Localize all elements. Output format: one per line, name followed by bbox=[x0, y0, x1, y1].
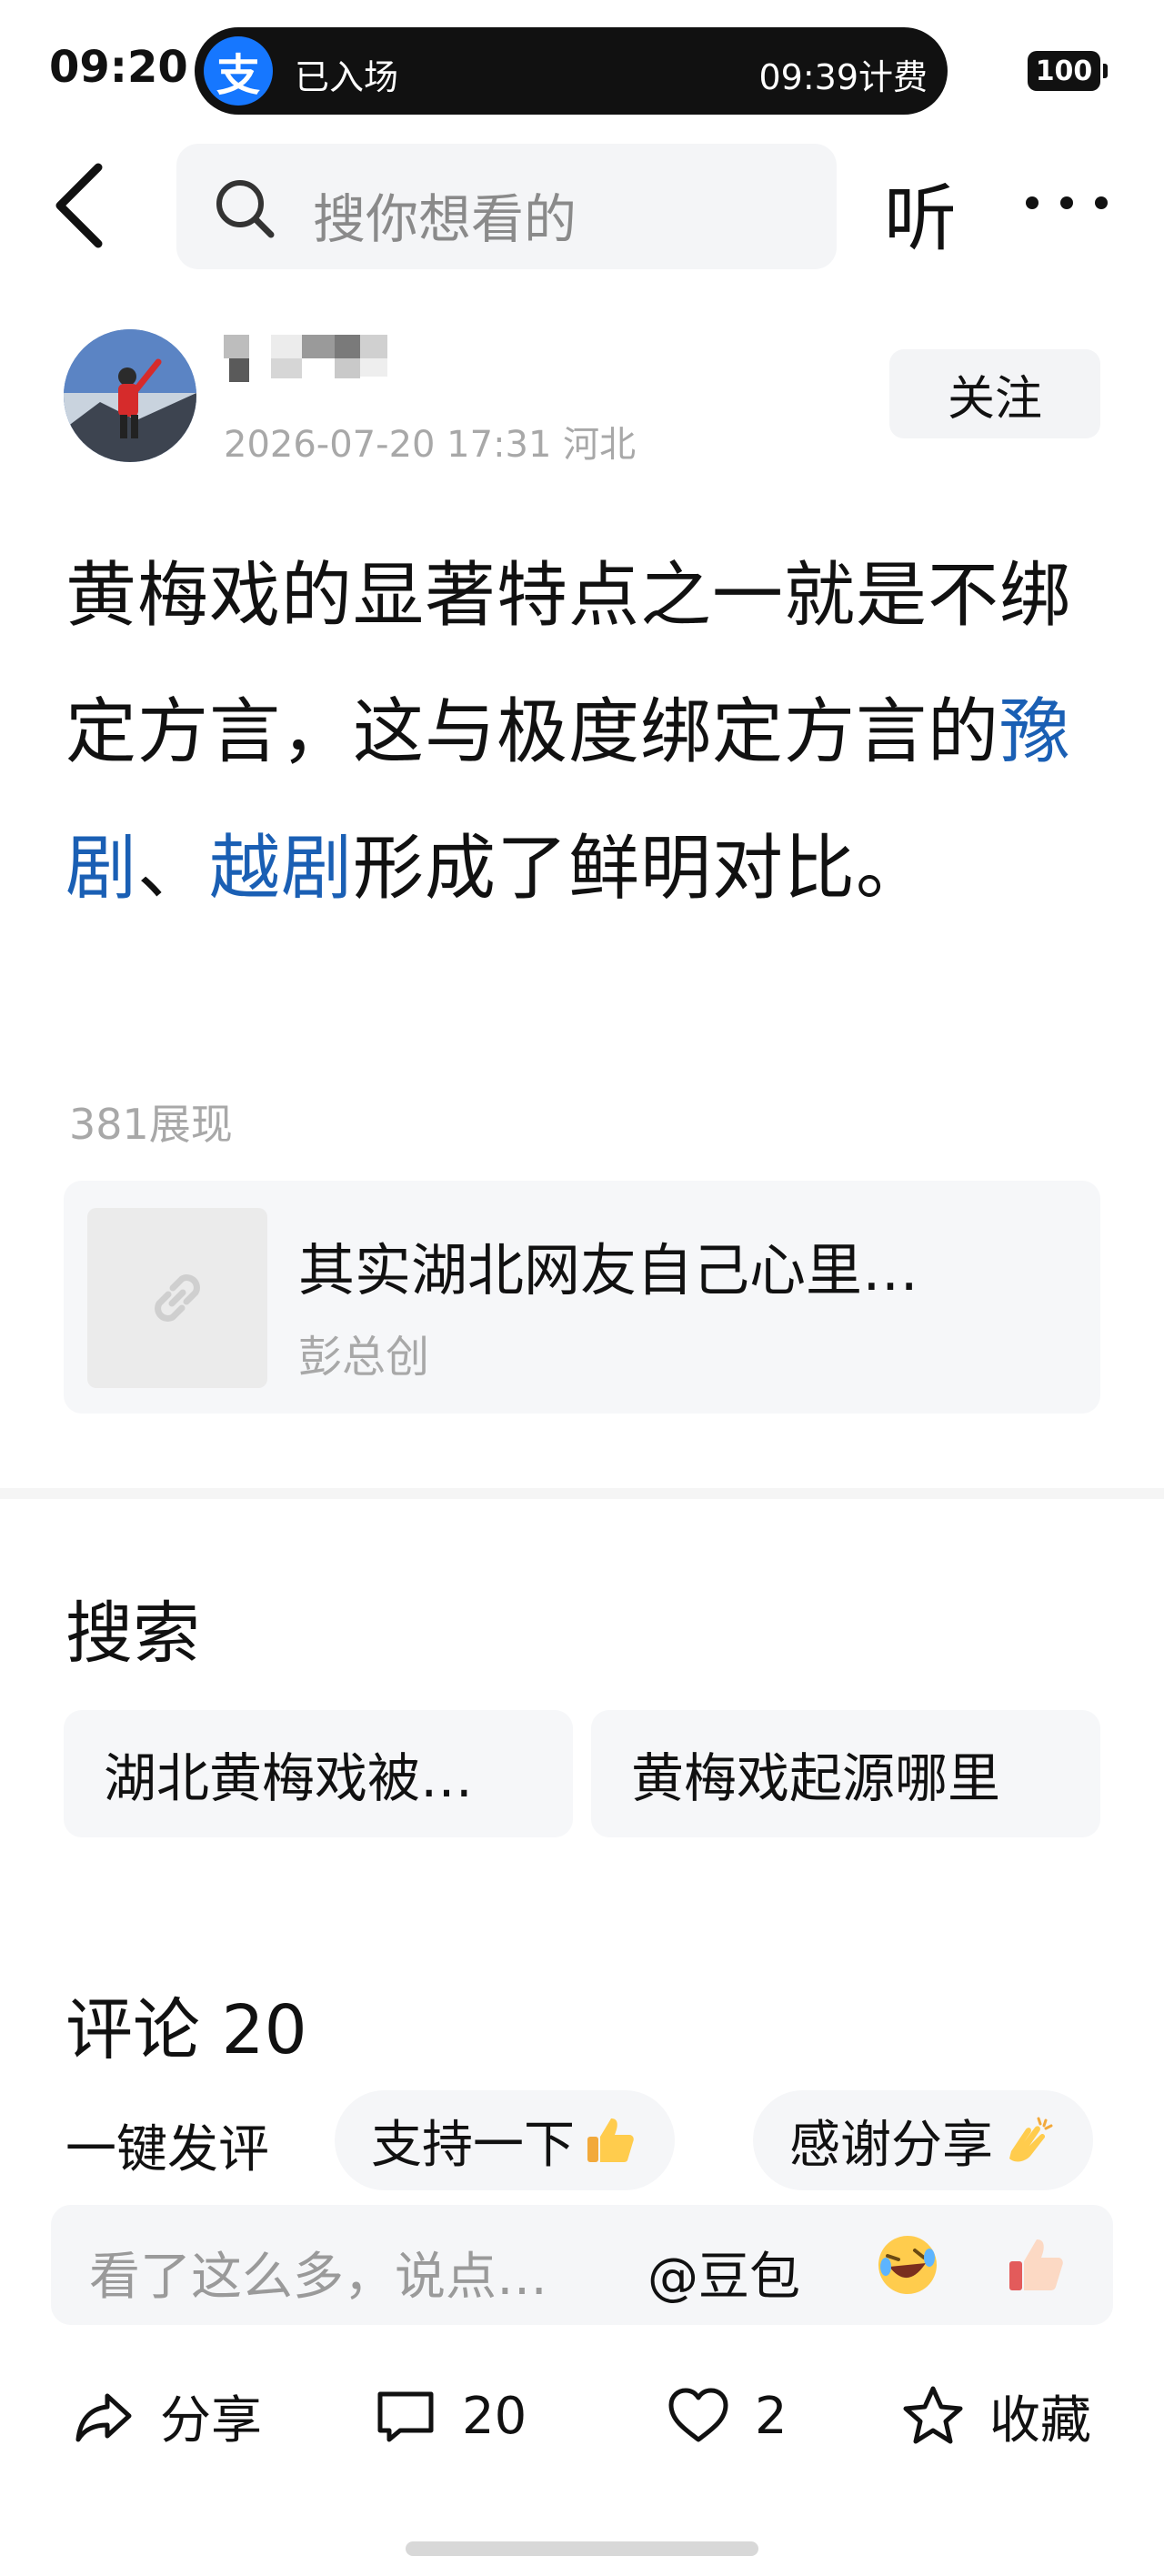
clapping-hands-icon bbox=[1009, 2117, 1053, 2162]
search-icon bbox=[216, 180, 275, 238]
redacted-name-mosaic bbox=[224, 335, 387, 382]
author-row: 2026-07-20 17:31 河北 关注 bbox=[0, 318, 1164, 466]
quick-comment-support[interactable]: 支持一下 bbox=[335, 2090, 675, 2190]
home-indicator[interactable] bbox=[406, 2541, 758, 2556]
post-time-location: 2026-07-20 17:31 河北 bbox=[224, 424, 637, 466]
dot-icon bbox=[1095, 196, 1108, 209]
search-suggestion-chip[interactable]: 黄梅戏起源哪里 bbox=[591, 1710, 1100, 1837]
dot-icon bbox=[1026, 196, 1039, 209]
like-count: 2 bbox=[755, 2386, 788, 2446]
star-icon bbox=[903, 2386, 963, 2444]
comment-icon bbox=[377, 2391, 434, 2442]
favorite-label: 收藏 bbox=[989, 2390, 1091, 2450]
search-input[interactable]: 搜你想看的 bbox=[176, 144, 837, 269]
linked-post-title: 其实湖北网友自己心里… bbox=[298, 1237, 919, 1303]
post-content: 黄梅戏的显著特点之一就是不绑定方言，这与极度绑定方言的豫剧、越剧形成了鲜明对比。 bbox=[65, 528, 1102, 937]
parking-fee-time: 09:39计费 bbox=[758, 57, 928, 97]
alipay-logo-icon: 支 bbox=[204, 36, 273, 106]
live-activity-pill[interactable]: 支 已入场 09:39计费 bbox=[195, 27, 948, 115]
search-placeholder: 搜你想看的 bbox=[313, 188, 577, 250]
more-options-button[interactable] bbox=[1026, 162, 1108, 244]
linked-post-source: 彭总创 bbox=[298, 1332, 430, 1383]
share-button[interactable]: 分享 bbox=[71, 2380, 262, 2452]
dot-icon bbox=[1060, 196, 1073, 209]
quick-comment-text: 支持一下 bbox=[371, 2115, 575, 2175]
topic-link-yueju[interactable]: 越剧 bbox=[209, 828, 353, 910]
comment-count: 20 bbox=[462, 2386, 527, 2446]
author-name-redacted[interactable] bbox=[224, 331, 460, 386]
post-text-part: 黄梅戏的显著特点之一就是不绑定方言，这与极度绑定方言的 bbox=[65, 555, 1072, 773]
back-button[interactable] bbox=[45, 160, 127, 251]
like-emoji-icon[interactable] bbox=[1000, 2230, 1069, 2299]
share-icon bbox=[75, 2393, 132, 2442]
comment-input[interactable]: 看了这么多，说点… @豆包 bbox=[51, 2205, 1113, 2325]
avatar-image bbox=[64, 329, 196, 462]
share-label: 分享 bbox=[160, 2390, 262, 2450]
quick-comment-text: 感谢分享 bbox=[789, 2115, 993, 2175]
link-thumbnail bbox=[87, 1208, 267, 1388]
search-suggestion-chip[interactable]: 湖北黄梅戏被… bbox=[64, 1710, 573, 1837]
status-bar: 09:20 支 已入场 09:39计费 100 bbox=[0, 0, 1164, 142]
post-text-separator: 、 bbox=[137, 828, 210, 910]
search-section-title: 搜索 bbox=[65, 1595, 200, 1673]
listen-button[interactable]: 听 bbox=[884, 160, 957, 266]
comment-placeholder: 看了这么多，说点… bbox=[89, 2248, 547, 2307]
status-time: 09:20 bbox=[49, 42, 188, 93]
follow-button[interactable]: 关注 bbox=[889, 349, 1100, 438]
section-divider bbox=[0, 1488, 1164, 1499]
comments-title: 评论 20 bbox=[65, 1991, 307, 2069]
view-count: 381展现 bbox=[69, 1100, 233, 1149]
linked-post-card[interactable]: 其实湖北网友自己心里… 彭总创 bbox=[64, 1181, 1100, 1414]
heart-icon bbox=[668, 2388, 728, 2442]
link-icon bbox=[155, 1274, 200, 1322]
avatar[interactable] bbox=[64, 329, 196, 462]
parking-status: 已入场 bbox=[295, 57, 399, 97]
like-button[interactable]: 2 bbox=[666, 2380, 788, 2452]
comment-button[interactable]: 20 bbox=[373, 2380, 527, 2452]
battery-icon: 100 bbox=[1028, 51, 1108, 91]
laughing-emoji-icon[interactable] bbox=[873, 2230, 942, 2299]
quick-comment-thanks[interactable]: 感谢分享 bbox=[753, 2090, 1093, 2190]
mention-doubao-button[interactable]: @豆包 bbox=[647, 2236, 800, 2309]
favorite-button[interactable]: 收藏 bbox=[900, 2380, 1091, 2452]
thumbs-up-icon bbox=[587, 2118, 634, 2162]
top-bar: 搜你想看的 听 bbox=[0, 142, 1164, 269]
quick-comment-label: 一键发评 bbox=[65, 2120, 269, 2179]
bottom-action-bar: 分享 20 2 收藏 bbox=[0, 2361, 1164, 2470]
post-text-part: 形成了鲜明对比。 bbox=[353, 828, 928, 910]
chevron-left-icon bbox=[55, 163, 103, 248]
